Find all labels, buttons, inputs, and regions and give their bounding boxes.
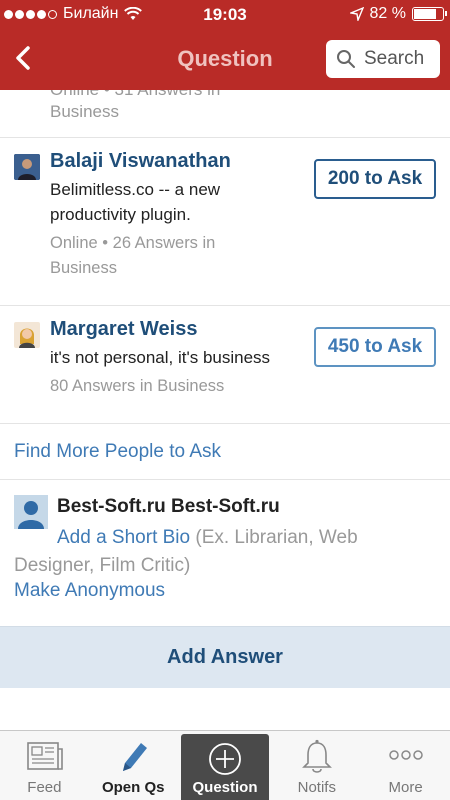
ask-button[interactable]: 200 to Ask	[314, 159, 436, 199]
tab-notifs[interactable]: Notifs	[272, 731, 361, 800]
battery-icon	[412, 7, 447, 21]
make-anonymous-link[interactable]: Make Anonymous	[14, 580, 165, 602]
tab-open-qs[interactable]: Open Qs	[89, 731, 178, 800]
list-item[interactable]: Online • 31 Answers in Business	[0, 90, 450, 138]
location-arrow-icon	[349, 7, 364, 21]
more-dots-icon	[388, 750, 423, 760]
battery-percent: 82 %	[369, 5, 406, 22]
avatar	[14, 322, 40, 348]
nav-bar: Question Search	[0, 30, 450, 90]
tab-feed[interactable]: Feed	[0, 731, 89, 800]
tab-bar: Feed Open Qs Question Notifs More	[0, 730, 450, 800]
tab-label: Notifs	[297, 779, 336, 796]
current-user-answer-block: Best-Soft.ru Best-Soft.ru Add a Short Bi…	[0, 480, 450, 626]
question-content[interactable]: Online • 31 Answers in Business Balaji V…	[0, 90, 450, 730]
search-label: Search	[364, 48, 425, 69]
tab-label: More	[388, 779, 423, 796]
person-meta-line: Business	[50, 259, 117, 277]
ask-button[interactable]: 450 to Ask	[314, 327, 436, 367]
search-icon	[337, 50, 355, 68]
add-bio-link[interactable]: Add a Short Bio	[57, 527, 190, 548]
person-meta-category: Business	[50, 102, 119, 121]
pencil-icon	[123, 743, 148, 771]
person-meta-line: Online • 26 Answers in	[50, 234, 216, 252]
tab-more[interactable]: More	[361, 731, 450, 800]
add-answer-button[interactable]: Add Answer	[0, 626, 450, 688]
tab-question[interactable]: Question	[180, 734, 270, 800]
plus-circle-icon	[209, 743, 241, 775]
person-meta: Online • 26 Answers in Business	[50, 231, 436, 281]
find-more-people-link[interactable]: Find More People to Ask	[0, 424, 450, 480]
bell-icon	[301, 739, 332, 773]
tab-label: Open Qs	[101, 779, 165, 796]
bio-prompt: Add a Short Bio (Ex. Librarian, Web Desi…	[14, 524, 436, 580]
person-meta: Online • 31 Answers in	[50, 90, 220, 100]
newspaper-icon	[27, 742, 64, 770]
person-row-balaji[interactable]: Balaji Viswanathan Belimitless.co -- a n…	[0, 138, 450, 306]
person-row-margaret[interactable]: Margaret Weiss it's not personal, it's b…	[0, 306, 450, 424]
person-bio-line: productivity plugin.	[50, 205, 191, 224]
current-user-name: Best-Soft.ru Best-Soft.ru	[57, 496, 280, 517]
avatar	[14, 154, 40, 180]
tab-label: Question	[192, 779, 258, 796]
search-button[interactable]: Search	[326, 40, 440, 78]
person-meta: 80 Answers in Business	[50, 377, 225, 395]
tab-label: Feed	[27, 779, 62, 796]
app-header: Билайн 19:03 82 % Question Search	[0, 0, 450, 90]
status-bar: Билайн 19:03 82 %	[0, 0, 450, 30]
